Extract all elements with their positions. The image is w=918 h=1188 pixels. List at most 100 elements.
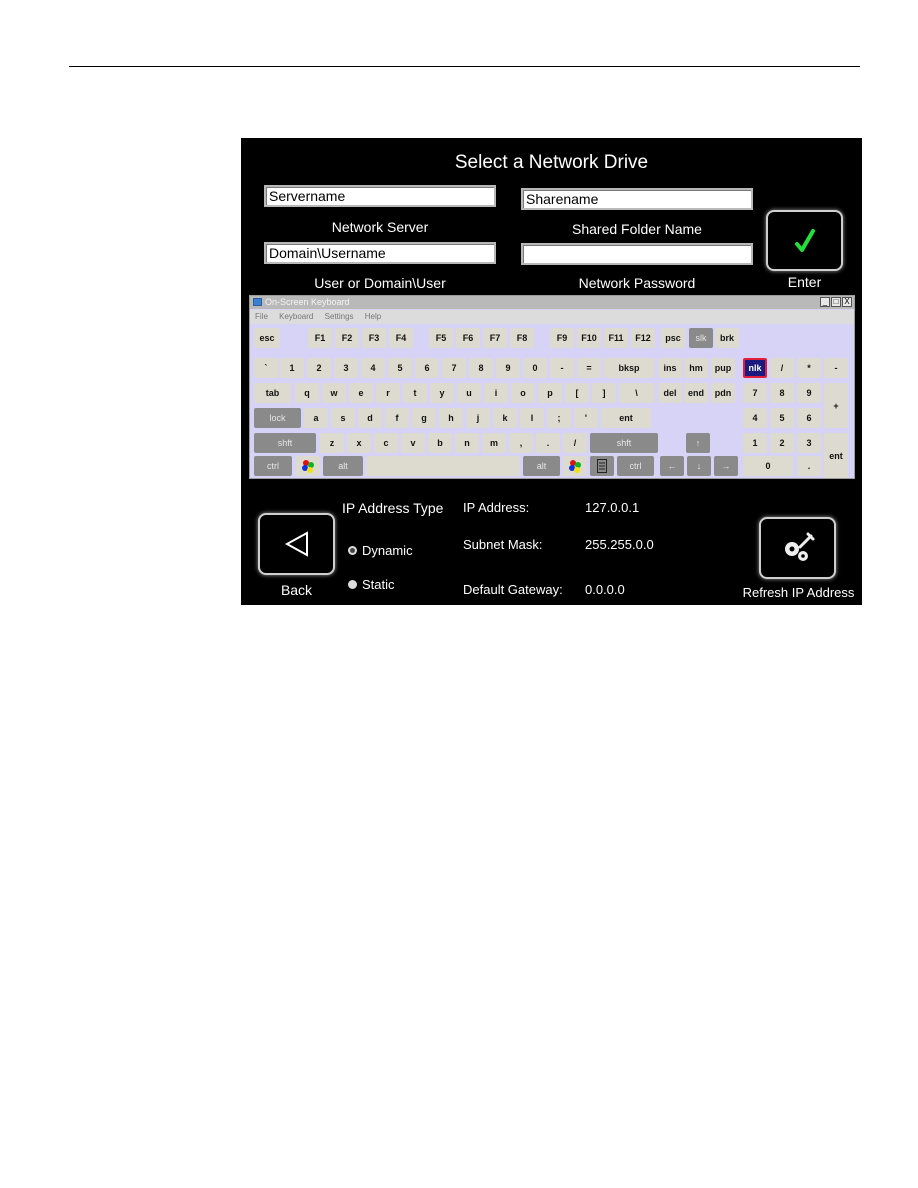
user-input[interactable]: Domain\Username bbox=[264, 242, 496, 264]
key-bottom-3[interactable]: c bbox=[374, 433, 398, 453]
key-num-6[interactable]: 6 bbox=[415, 358, 439, 378]
key-bottom-12[interactable]: ↑ bbox=[686, 433, 710, 453]
key-top-19[interactable]: 9 bbox=[797, 383, 821, 403]
key-num-13[interactable]: bksp bbox=[604, 358, 654, 378]
key-top-1[interactable]: q bbox=[295, 383, 319, 403]
key-home-15[interactable]: 6 bbox=[797, 408, 821, 428]
key-num-3[interactable]: 3 bbox=[334, 358, 358, 378]
key-fn-6[interactable]: F6 bbox=[456, 328, 480, 348]
key-fn-15[interactable]: brk bbox=[715, 328, 739, 348]
key-bottom-8[interactable]: , bbox=[509, 433, 533, 453]
minimize-button[interactable]: _ bbox=[820, 297, 830, 307]
key-top-10[interactable]: p bbox=[538, 383, 562, 403]
menu-keyboard[interactable]: Keyboard bbox=[279, 312, 313, 321]
key-top-13[interactable]: \ bbox=[619, 383, 654, 403]
key-space-9[interactable]: ↓ bbox=[687, 456, 711, 476]
key-bottom-1[interactable]: z bbox=[320, 433, 344, 453]
password-input[interactable] bbox=[521, 243, 753, 265]
key-bottom-0[interactable]: shft bbox=[254, 433, 316, 453]
key-top-16[interactable]: pdn bbox=[711, 383, 735, 403]
key-top-11[interactable]: [ bbox=[565, 383, 589, 403]
key-bottom-9[interactable]: . bbox=[536, 433, 560, 453]
key-space-12[interactable]: . bbox=[797, 456, 821, 476]
key-num-12[interactable]: = bbox=[577, 358, 601, 378]
key-home-13[interactable]: 4 bbox=[743, 408, 767, 428]
key-fn-10[interactable]: F10 bbox=[577, 328, 601, 348]
key-bottom-5[interactable]: b bbox=[428, 433, 452, 453]
key-num-15[interactable]: hm bbox=[684, 358, 708, 378]
key-fn-9[interactable]: F9 bbox=[550, 328, 574, 348]
key-fn-8[interactable]: F8 bbox=[510, 328, 534, 348]
key-top-17[interactable]: 7 bbox=[743, 383, 767, 403]
key-fn-2[interactable]: F2 bbox=[335, 328, 359, 348]
key-top-18[interactable]: 8 bbox=[770, 383, 794, 403]
key-home-8[interactable]: k bbox=[493, 408, 517, 428]
key-home-3[interactable]: d bbox=[358, 408, 382, 428]
key-home-11[interactable]: ' bbox=[574, 408, 598, 428]
key-bottom-4[interactable]: v bbox=[401, 433, 425, 453]
space-key[interactable] bbox=[366, 456, 520, 476]
key-num-9[interactable]: 9 bbox=[496, 358, 520, 378]
key-home-14[interactable]: 5 bbox=[770, 408, 794, 428]
key-num-19[interactable]: * bbox=[797, 358, 821, 378]
menu-key[interactable] bbox=[590, 456, 614, 476]
key-num-4[interactable]: 4 bbox=[361, 358, 385, 378]
windows-key[interactable] bbox=[563, 456, 587, 476]
key-home-9[interactable]: l bbox=[520, 408, 544, 428]
key-fn-0[interactable]: esc bbox=[254, 328, 280, 348]
key-num-7[interactable]: 7 bbox=[442, 358, 466, 378]
key-bottom-14[interactable]: 2 bbox=[770, 433, 794, 453]
key-bottom-2[interactable]: x bbox=[347, 433, 371, 453]
key-top-3[interactable]: e bbox=[349, 383, 373, 403]
key-num-5[interactable]: 5 bbox=[388, 358, 412, 378]
key-space-4[interactable]: alt bbox=[523, 456, 560, 476]
key-num-16[interactable]: pup bbox=[711, 358, 735, 378]
key-home-4[interactable]: f bbox=[385, 408, 409, 428]
key-num-2[interactable]: 2 bbox=[307, 358, 331, 378]
key-top-9[interactable]: o bbox=[511, 383, 535, 403]
key-fn-3[interactable]: F3 bbox=[362, 328, 386, 348]
key-space-10[interactable]: → bbox=[714, 456, 738, 476]
menu-settings[interactable]: Settings bbox=[325, 312, 354, 321]
key-home-1[interactable]: a bbox=[304, 408, 328, 428]
menu-file[interactable]: File bbox=[255, 312, 268, 321]
refresh-ip-button[interactable] bbox=[759, 517, 836, 579]
key-home-0[interactable]: lock bbox=[254, 408, 301, 428]
key-fn-14[interactable]: slk bbox=[689, 328, 713, 348]
key-num-17[interactable]: nlk bbox=[743, 358, 767, 378]
key-space-8[interactable]: ← bbox=[660, 456, 684, 476]
key-top-2[interactable]: w bbox=[322, 383, 346, 403]
key-bottom-16[interactable]: ent bbox=[824, 433, 848, 478]
key-top-12[interactable]: ] bbox=[592, 383, 616, 403]
key-fn-13[interactable]: psc bbox=[661, 328, 685, 348]
key-top-14[interactable]: del bbox=[658, 383, 682, 403]
key-fn-12[interactable]: F12 bbox=[631, 328, 655, 348]
server-input[interactable]: Servername bbox=[264, 185, 496, 207]
key-home-2[interactable]: s bbox=[331, 408, 355, 428]
key-fn-11[interactable]: F11 bbox=[604, 328, 628, 348]
key-home-12[interactable]: ent bbox=[601, 408, 651, 428]
key-num-8[interactable]: 8 bbox=[469, 358, 493, 378]
key-num-18[interactable]: / bbox=[770, 358, 794, 378]
windows-key[interactable] bbox=[296, 456, 320, 476]
key-fn-7[interactable]: F7 bbox=[483, 328, 507, 348]
key-bottom-15[interactable]: 3 bbox=[797, 433, 821, 453]
key-bottom-11[interactable]: shft bbox=[590, 433, 658, 453]
key-fn-5[interactable]: F5 bbox=[429, 328, 453, 348]
key-bottom-13[interactable]: 1 bbox=[743, 433, 767, 453]
key-num-11[interactable]: - bbox=[550, 358, 574, 378]
static-radio[interactable] bbox=[348, 580, 357, 589]
close-button[interactable]: X bbox=[842, 297, 852, 307]
key-num-14[interactable]: ins bbox=[658, 358, 682, 378]
key-top-0[interactable]: tab bbox=[254, 383, 291, 403]
key-top-8[interactable]: i bbox=[484, 383, 508, 403]
menu-help[interactable]: Help bbox=[365, 312, 381, 321]
key-num-1[interactable]: 1 bbox=[280, 358, 304, 378]
enter-button[interactable] bbox=[766, 210, 843, 271]
key-top-15[interactable]: end bbox=[684, 383, 708, 403]
key-bottom-7[interactable]: m bbox=[482, 433, 506, 453]
key-fn-1[interactable]: F1 bbox=[308, 328, 332, 348]
maximize-button[interactable]: □ bbox=[831, 297, 841, 307]
key-top-5[interactable]: t bbox=[403, 383, 427, 403]
back-button[interactable] bbox=[258, 513, 335, 575]
